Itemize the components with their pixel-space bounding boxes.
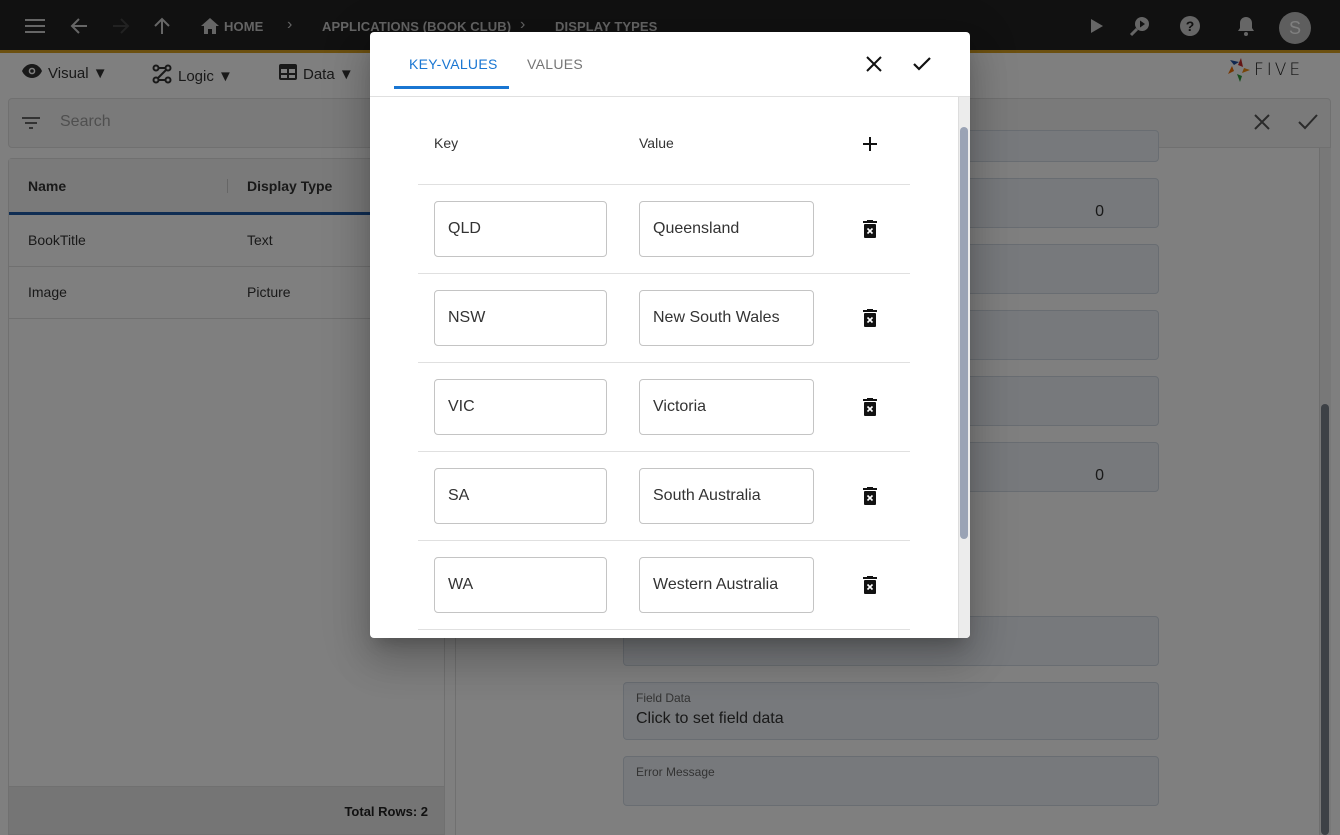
- delete-row-trash-icon[interactable]: [858, 217, 882, 241]
- key-input[interactable]: [434, 557, 607, 613]
- key-input[interactable]: [434, 201, 607, 257]
- delete-row-trash-icon[interactable]: [858, 573, 882, 597]
- key-values-dialog: KEY-VALUES VALUES Key Value: [370, 32, 970, 638]
- value-input[interactable]: [639, 201, 814, 257]
- delete-row-trash-icon[interactable]: [858, 395, 882, 419]
- key-value-header: Key Value: [418, 97, 910, 185]
- tab-values[interactable]: VALUES: [527, 56, 583, 72]
- key-value-row: [418, 452, 910, 541]
- key-input[interactable]: [434, 379, 607, 435]
- dialog-body: Key Value: [370, 97, 958, 638]
- active-tab-indicator: [394, 86, 509, 89]
- key-value-row: [418, 363, 910, 452]
- key-column-header: Key: [434, 135, 459, 151]
- delete-row-trash-icon[interactable]: [858, 484, 882, 508]
- tab-key-values[interactable]: KEY-VALUES: [409, 56, 498, 72]
- value-column-header: Value: [639, 135, 674, 151]
- dialog-confirm-check-icon[interactable]: [910, 52, 934, 76]
- delete-row-trash-icon[interactable]: [858, 306, 882, 330]
- add-row-plus-icon[interactable]: [858, 132, 882, 156]
- dialog-close-icon[interactable]: [862, 52, 886, 76]
- key-input[interactable]: [434, 290, 607, 346]
- value-input[interactable]: [639, 557, 814, 613]
- dialog-scrollbar-thumb[interactable]: [960, 127, 968, 539]
- value-input[interactable]: [639, 290, 814, 346]
- value-input[interactable]: [639, 379, 814, 435]
- key-input[interactable]: [434, 468, 607, 524]
- key-value-row: [418, 541, 910, 630]
- dialog-header: KEY-VALUES VALUES: [370, 32, 970, 97]
- value-input[interactable]: [639, 468, 814, 524]
- key-value-row: [418, 274, 910, 363]
- key-value-row: [418, 185, 910, 274]
